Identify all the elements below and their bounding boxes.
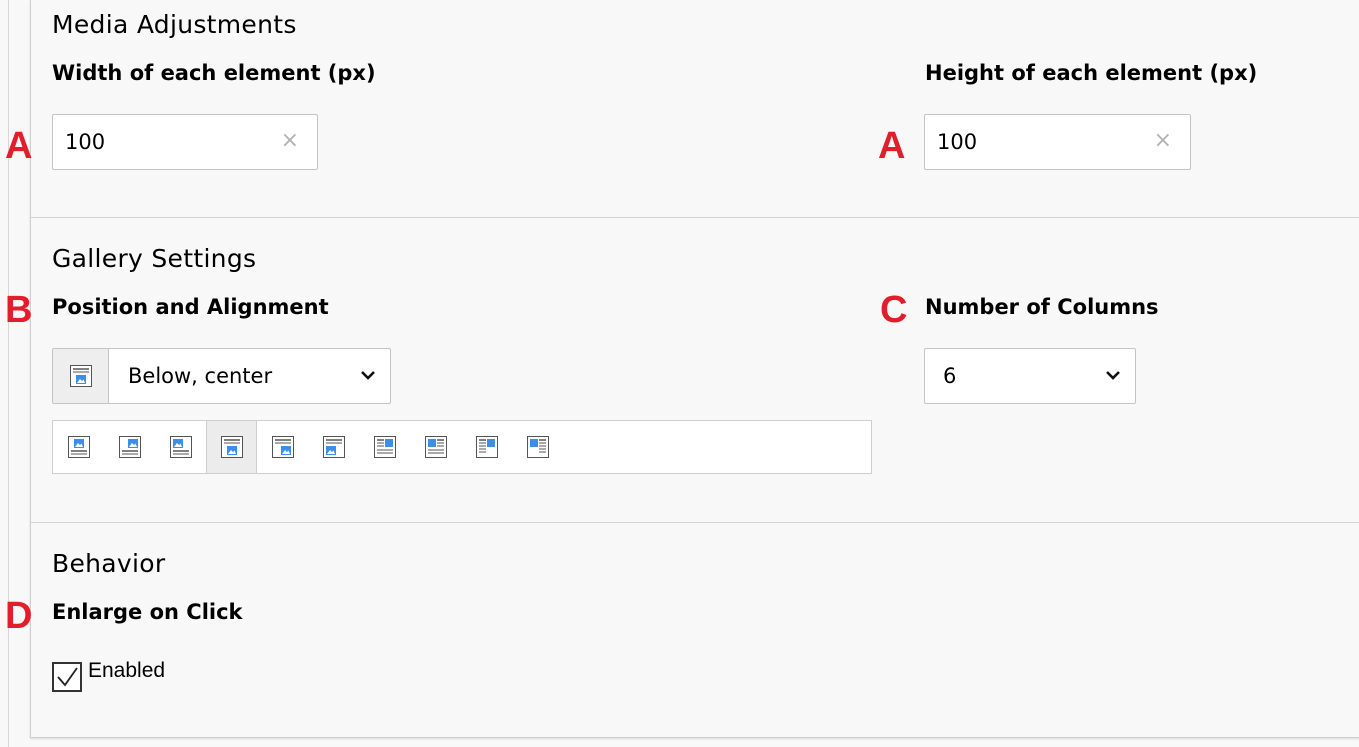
width-label: Width of each element (px)	[52, 61, 376, 85]
number-of-columns-label: Number of Columns	[925, 295, 1159, 319]
clear-icon[interactable]: ×	[1154, 128, 1172, 153]
width-input[interactable]: 100 ×	[52, 114, 318, 170]
enlarge-on-click-label: Enlarge on Click	[52, 600, 243, 624]
enabled-checkbox-label[interactable]: Enabled	[88, 659, 165, 683]
below-right-icon	[271, 436, 294, 458]
annotation-marker-a: A	[5, 125, 33, 167]
columns-select-value: 6	[943, 364, 957, 388]
position-option-above-center[interactable]	[53, 421, 104, 473]
position-option-above-right[interactable]	[104, 421, 155, 473]
position-option-intext-right-nowrap[interactable]	[461, 421, 512, 473]
annotation-marker-c: C	[880, 289, 908, 331]
clear-icon[interactable]: ×	[281, 128, 299, 153]
above-right-icon	[118, 436, 141, 458]
above-left-icon	[169, 436, 192, 458]
width-value: 100	[65, 130, 106, 154]
position-option-intext-right-wrap[interactable]	[359, 421, 410, 473]
chevron-down-icon	[361, 371, 375, 380]
columns-select[interactable]: 6	[924, 348, 1136, 404]
image-below-center-icon	[53, 349, 109, 403]
below-center-icon	[220, 436, 243, 458]
position-alignment-label: Position and Alignment	[52, 295, 329, 319]
section-title-behavior: Behavior	[52, 549, 166, 578]
section-title-media-adjustments: Media Adjustments	[52, 10, 297, 39]
position-option-below-left[interactable]	[308, 421, 359, 473]
position-option-intext-left-wrap[interactable]	[410, 421, 461, 473]
above-center-icon	[67, 436, 90, 458]
position-option-below-right[interactable]	[257, 421, 308, 473]
position-select-value: Below, center	[128, 364, 273, 388]
intext-left-nowrap-icon	[526, 436, 549, 458]
height-label: Height of each element (px)	[925, 61, 1258, 85]
position-option-above-left[interactable]	[155, 421, 206, 473]
position-icon-bar	[52, 420, 872, 474]
height-input[interactable]: 100 ×	[924, 114, 1191, 170]
intext-left-wrap-icon	[424, 436, 447, 458]
position-select[interactable]: Below, center	[52, 348, 391, 404]
enabled-checkbox[interactable]	[52, 662, 82, 692]
section-divider	[30, 522, 1359, 523]
position-option-below-center[interactable]	[206, 421, 257, 473]
height-value: 100	[937, 130, 978, 154]
checkmark-icon	[57, 667, 78, 687]
intext-right-wrap-icon	[373, 436, 396, 458]
below-left-icon	[322, 436, 345, 458]
section-divider	[30, 217, 1359, 218]
chevron-down-icon	[1106, 371, 1120, 380]
annotation-marker-b: B	[5, 289, 33, 331]
intext-right-nowrap-icon	[475, 436, 498, 458]
position-option-intext-left-nowrap[interactable]	[512, 421, 563, 473]
annotation-marker-d: D	[5, 595, 33, 637]
section-title-gallery-settings: Gallery Settings	[52, 244, 257, 273]
annotation-marker-a: A	[878, 125, 906, 167]
